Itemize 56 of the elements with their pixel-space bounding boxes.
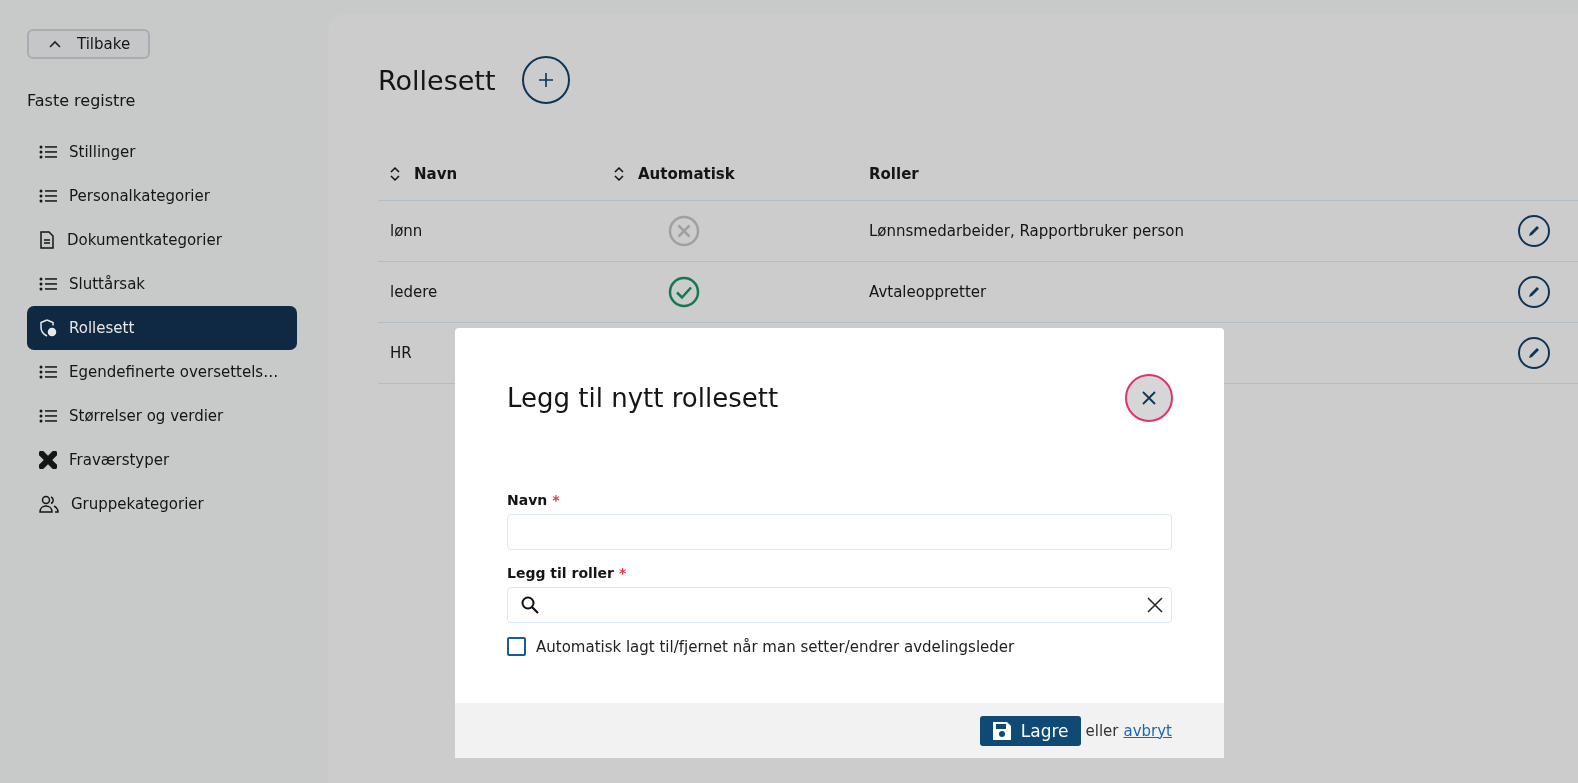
bandage-icon — [39, 451, 57, 469]
chevron-up-icon — [49, 40, 61, 48]
column-header: Navn — [414, 165, 458, 183]
sidebar-item[interactable]: Størrelser og verdier — [27, 394, 297, 438]
field-label: Legg til roller — [507, 565, 615, 581]
list-icon — [39, 188, 57, 204]
table-cell: Lønnsmedarbeider, Rapportbruker person — [869, 222, 1184, 240]
column-header: Roller — [869, 165, 919, 183]
field-label: Navn — [507, 492, 548, 508]
pencil-icon — [1527, 346, 1541, 360]
table-cell: ledere — [390, 283, 438, 301]
close-icon — [1142, 391, 1156, 405]
sidebar-item[interactable]: Gruppekategorier — [27, 482, 297, 526]
save-button[interactable]: Lagre — [979, 715, 1081, 746]
sidebar-item[interactable]: Stillinger — [27, 130, 297, 174]
roles-search-field[interactable] — [507, 587, 1172, 623]
close-button[interactable] — [1125, 374, 1173, 422]
sidebar-item[interactable]: Personalkategorier — [27, 174, 297, 218]
sidebar-item[interactable]: Fraværstyper — [27, 438, 297, 482]
shield-icon — [39, 319, 57, 337]
cancel-link[interactable]: avbryt — [1123, 721, 1172, 740]
people-icon — [39, 495, 59, 513]
edit-button[interactable] — [1518, 276, 1550, 308]
required-mark: * — [552, 492, 560, 508]
sort-icon[interactable] — [614, 166, 624, 182]
clear-icon[interactable] — [1147, 597, 1163, 613]
sidebar-item[interactable]: Dokumentkategorier — [27, 218, 297, 262]
table-cell: HR — [390, 344, 412, 362]
search-icon — [521, 596, 539, 614]
name-input-field[interactable] — [507, 514, 1172, 550]
column-header: Automatisk — [638, 165, 735, 183]
sidebar-item[interactable]: Rollesett — [27, 306, 297, 350]
required-mark: * — [619, 565, 627, 581]
table-cell: lønn — [390, 222, 423, 240]
list-icon — [39, 408, 57, 424]
back-button[interactable]: Tilbake — [27, 29, 151, 59]
table-cell: Avtaleoppretter — [869, 283, 987, 301]
pencil-icon — [1527, 285, 1541, 299]
list-icon — [39, 144, 57, 160]
sort-icon[interactable] — [390, 166, 400, 182]
plus-icon — [537, 72, 554, 88]
document-icon — [39, 231, 55, 249]
checkbox[interactable] — [507, 637, 526, 656]
sidebar-item[interactable]: Sluttårsak — [27, 262, 297, 306]
list-icon — [39, 276, 57, 292]
pencil-icon — [1527, 224, 1541, 238]
or-text: eller — [1085, 721, 1119, 740]
sidebar-item[interactable]: Egendefinerte oversettels… — [27, 350, 297, 394]
edit-button[interactable] — [1518, 337, 1550, 369]
add-button[interactable] — [521, 56, 570, 104]
edit-button[interactable] — [1518, 215, 1550, 247]
sidebar-heading: Faste registre — [27, 91, 137, 110]
list-icon — [39, 364, 57, 380]
dialog-title: Legg til nytt rollesett — [507, 383, 779, 413]
page-title: Rollesett — [378, 64, 496, 96]
checkbox-label: Automatisk lagt til/fjernet når man setter/endrer avdelingsleder — [536, 637, 1015, 656]
